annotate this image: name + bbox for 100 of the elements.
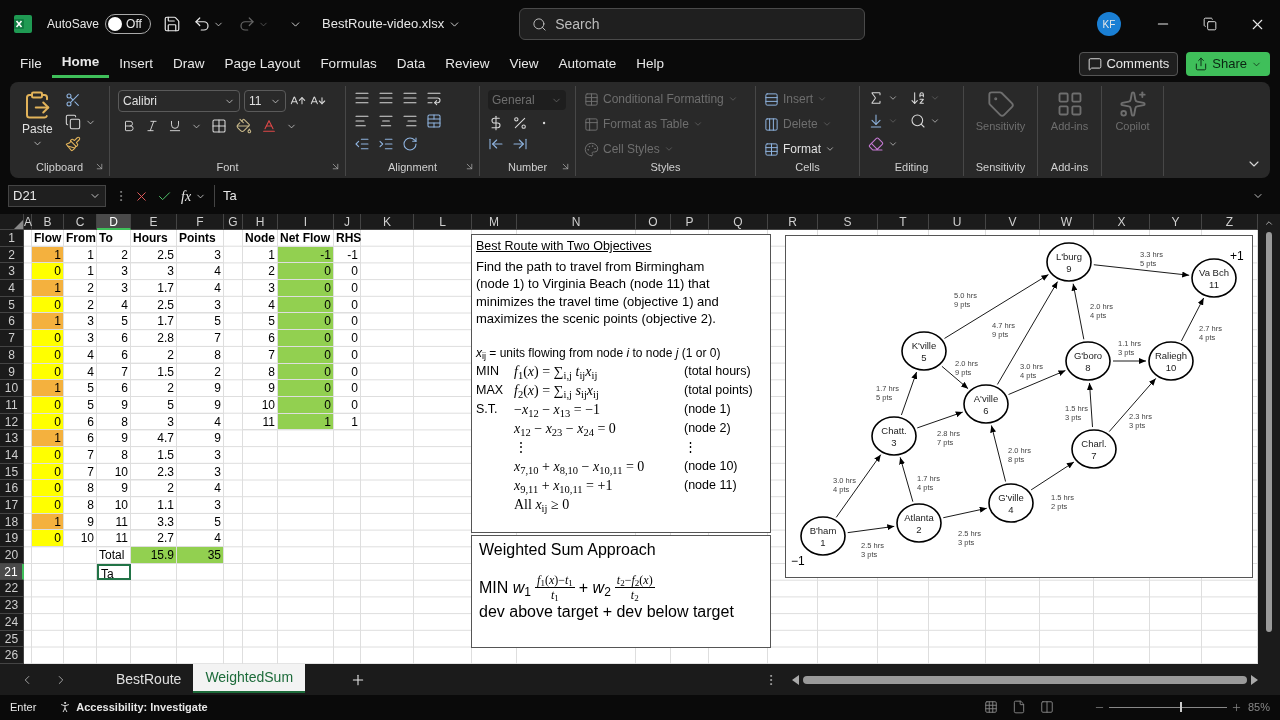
- ribbon-tab[interactable]: Draw: [163, 50, 215, 78]
- caret-icon[interactable]: [825, 144, 835, 154]
- ribbon-tab[interactable]: Home: [51, 50, 110, 78]
- orientation-icon[interactable]: [402, 136, 418, 152]
- cells-menu-button[interactable]: Format: [764, 140, 835, 158]
- redo-icon[interactable]: [238, 15, 257, 33]
- column-header[interactable]: X: [1094, 214, 1150, 230]
- row-header[interactable]: 20: [0, 547, 24, 564]
- align-center-icon[interactable]: [378, 113, 394, 129]
- eraser-icon[interactable]: [868, 136, 884, 152]
- wrap-text-icon[interactable]: [426, 90, 442, 106]
- autosum-icon[interactable]: [868, 90, 884, 106]
- align-bottom-icon[interactable]: [402, 90, 418, 106]
- row-header[interactable]: 26: [0, 647, 24, 664]
- column-header[interactable]: Q: [709, 214, 768, 230]
- row-header[interactable]: 17: [0, 497, 24, 514]
- sheet-tab[interactable]: BestRoute: [104, 664, 194, 695]
- search-icon[interactable]: [532, 16, 548, 32]
- column-header[interactable]: F: [177, 214, 224, 230]
- row-header[interactable]: 22: [0, 580, 24, 598]
- ribbon-tab[interactable]: File: [10, 50, 52, 78]
- comments-button[interactable]: Comments: [1079, 52, 1179, 76]
- caret-icon[interactable]: [888, 93, 898, 103]
- row-header[interactable]: 10: [0, 380, 24, 397]
- dialog-launcher-icon[interactable]: [560, 161, 571, 172]
- column-header[interactable]: U: [929, 214, 986, 230]
- indent-decrease-icon[interactable]: [354, 136, 370, 152]
- share-icon[interactable]: [1194, 57, 1209, 71]
- align-left-icon[interactable]: [354, 113, 370, 129]
- ribbon-tab[interactable]: Formulas: [310, 50, 387, 78]
- column-header[interactable]: Y: [1150, 214, 1202, 230]
- font-color-icon[interactable]: [261, 118, 277, 134]
- scroll-up-icon[interactable]: [1264, 218, 1274, 228]
- page-break-icon[interactable]: [1039, 700, 1054, 714]
- row-header[interactable]: 1: [0, 230, 24, 247]
- insert-function-button[interactable]: fx: [181, 185, 192, 207]
- column-header[interactable]: O: [636, 214, 671, 230]
- formula-input[interactable]: Ta: [214, 185, 1272, 207]
- column-header[interactable]: V: [986, 214, 1040, 230]
- column-header[interactable]: W: [1040, 214, 1094, 230]
- column-header[interactable]: P: [671, 214, 709, 230]
- column-header[interactable]: T: [878, 214, 929, 230]
- dialog-launcher-icon[interactable]: [94, 161, 105, 172]
- align-top-icon[interactable]: [354, 90, 370, 106]
- currency-icon[interactable]: [488, 115, 504, 131]
- column-header[interactable]: K: [361, 214, 414, 230]
- ribbon-tab[interactable]: Automate: [548, 50, 627, 78]
- row-header[interactable]: 7: [0, 330, 24, 347]
- column-header[interactable]: I: [278, 214, 334, 230]
- file-name-button[interactable]: BestRoute-video.xlsx: [322, 14, 462, 34]
- row-header[interactable]: 16: [0, 480, 24, 497]
- undo-icon[interactable]: [193, 15, 212, 33]
- column-header[interactable]: L: [414, 214, 472, 230]
- normal-view-icon[interactable]: [983, 700, 998, 714]
- italic-icon[interactable]: [145, 119, 159, 133]
- zoom-level[interactable]: 85%: [1247, 698, 1270, 716]
- page-layout-icon[interactable]: [1011, 700, 1026, 714]
- font-size-field[interactable]: 11: [244, 90, 286, 112]
- column-header[interactable]: Z: [1202, 214, 1258, 230]
- column-header[interactable]: M: [472, 214, 517, 230]
- ribbon-tab[interactable]: Review: [435, 50, 500, 78]
- active-cell[interactable]: Ta: [97, 563, 131, 581]
- fill-icon[interactable]: [868, 113, 884, 129]
- accessibility-button[interactable]: Accessibility: Investigate: [58, 698, 208, 716]
- merge-icon[interactable]: [426, 113, 442, 129]
- sheet-tab[interactable]: WeightedSum: [193, 664, 306, 693]
- row-header[interactable]: 23: [0, 597, 24, 614]
- name-box[interactable]: D21: [8, 185, 106, 207]
- row-header[interactable]: 19: [0, 530, 24, 548]
- row-header[interactable]: 13: [0, 430, 24, 447]
- comment-icon[interactable]: [1088, 57, 1103, 71]
- dialog-launcher-icon[interactable]: [330, 161, 341, 172]
- font-name-field[interactable]: Calibri: [118, 90, 240, 112]
- vertical-scrollbar[interactable]: [1258, 214, 1280, 664]
- ribbon-tab[interactable]: Help: [626, 50, 675, 78]
- row-header[interactable]: 4: [0, 280, 24, 297]
- zoom-in-icon[interactable]: [1230, 701, 1242, 713]
- avatar[interactable]: KF: [1097, 12, 1121, 36]
- column-header[interactable]: D: [97, 214, 131, 230]
- spreadsheet-logo-icon[interactable]: [14, 15, 32, 33]
- caret-icon[interactable]: [888, 139, 898, 149]
- row-header[interactable]: 6: [0, 313, 24, 331]
- column-header[interactable]: R: [768, 214, 818, 230]
- search-field[interactable]: Search: [519, 8, 866, 40]
- column-header[interactable]: S: [818, 214, 878, 230]
- restore-icon[interactable]: [1203, 17, 1217, 31]
- dialog-launcher-icon[interactable]: [464, 161, 475, 172]
- ribbon-tab[interactable]: Page Layout: [214, 50, 311, 78]
- underline-icon[interactable]: [168, 119, 182, 133]
- search-icon[interactable]: [910, 113, 926, 129]
- align-middle-icon[interactable]: [378, 90, 394, 106]
- cells-icon[interactable]: [764, 141, 779, 157]
- column-header[interactable]: G: [224, 214, 243, 230]
- row-header[interactable]: 3: [0, 263, 24, 281]
- ribbon-tab[interactable]: View: [499, 50, 549, 78]
- fill-color-icon[interactable]: [236, 118, 252, 134]
- ribbon-tab[interactable]: Data: [386, 50, 436, 78]
- column-header[interactable]: N: [517, 214, 636, 230]
- sort-filter-icon[interactable]: [910, 90, 926, 106]
- column-header[interactable]: C: [64, 214, 97, 230]
